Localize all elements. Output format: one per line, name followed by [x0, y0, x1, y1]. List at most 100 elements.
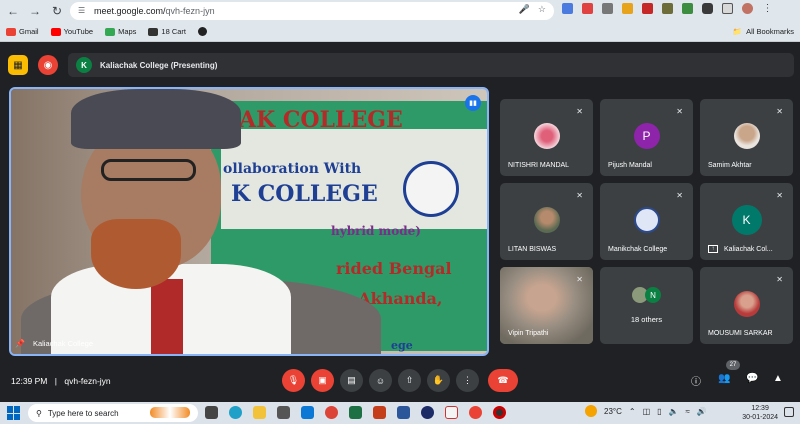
activities-shapes-icon[interactable]: ▲ [773, 373, 783, 384]
puzzle-icon[interactable] [702, 3, 713, 14]
forward-arrow-icon[interactable]: → [26, 2, 44, 20]
participant-tile[interactable]: ✕ Manikchak College [600, 183, 693, 260]
address-bar[interactable]: ☰ meet.google.com/qvh-fezn-jyn 🎤 ☆ [70, 2, 554, 20]
bookmark-label: Maps [118, 27, 137, 36]
presenter-avatar: K [76, 57, 92, 73]
extension-icons: ⋮ [562, 3, 773, 14]
participant-name: Samim Akhtar [708, 162, 752, 169]
participant-tile[interactable]: ✕ MOUSUMI SARKAR [700, 267, 793, 344]
participant-tile[interactable]: ✕ P Pijush Mandal [600, 99, 693, 176]
participant-tile[interactable]: ✕ Samim Akhtar [700, 99, 793, 176]
reload-icon[interactable]: ↻ [48, 2, 66, 20]
main-video-label: 📌 Kaliachak College [15, 339, 93, 348]
microphone-icon[interactable]: 🎤 [519, 4, 530, 15]
edge-icon[interactable] [229, 406, 242, 419]
network-icon[interactable]: ◫ [643, 407, 651, 416]
extension-icon[interactable] [682, 3, 693, 14]
windows-start-icon[interactable] [7, 406, 21, 420]
participant-name: Pijush Mandal [608, 162, 652, 169]
more-menu-icon[interactable]: ⋮ [762, 3, 773, 14]
end-call-button[interactable]: ☎ [488, 369, 518, 392]
bookmark-gmail[interactable]: Gmail [6, 27, 39, 36]
bookmark-star-icon[interactable]: ☆ [538, 4, 546, 15]
chat-icon[interactable]: 💬 [746, 373, 758, 384]
people-icon[interactable]: 👥 [718, 373, 730, 384]
word-icon[interactable] [397, 406, 410, 419]
wifi-icon[interactable]: ≈ [686, 407, 690, 416]
extension-icon[interactable] [602, 3, 613, 14]
taskbar-search[interactable]: ⚲ Type here to search [28, 404, 198, 422]
folder-icon: 📁 [732, 27, 743, 36]
extension-icon[interactable] [582, 3, 593, 14]
speaker-volume-icon[interactable]: 🔊 [697, 407, 707, 416]
mic-off-icon: ✕ [576, 191, 583, 200]
captions-button[interactable]: ▤ [340, 369, 363, 392]
participant-avatar [533, 123, 560, 149]
extension-icon[interactable] [642, 3, 653, 14]
file-explorer-icon[interactable] [253, 406, 266, 419]
participant-avatar: P [633, 123, 660, 149]
speaker-icon[interactable]: 🔈 [669, 407, 679, 416]
search-placeholder: Type here to search [47, 408, 119, 418]
more-options-button[interactable]: ⋮ [456, 369, 479, 392]
participant-tile[interactable]: ✕ LITAN BISWAS [500, 183, 593, 260]
mic-off-icon: ✕ [576, 275, 583, 284]
extension-icon[interactable] [622, 3, 633, 14]
meeting-code: qvh-fezn-jyn [64, 376, 111, 386]
media-player-icon[interactable] [421, 406, 434, 419]
presenting-label: Kaliachak College (Presenting) [100, 60, 218, 70]
info-icon[interactable]: ⓘ [691, 373, 701, 388]
others-tile[interactable]: N 18 others [600, 267, 693, 344]
powerpoint-icon[interactable] [373, 406, 386, 419]
side-panel-icon[interactable] [722, 3, 733, 14]
meet-area: ▦ ◉ K Kaliachak College (Presenting) AK … [0, 43, 800, 400]
banner-text: AK COLLEGE [239, 107, 403, 133]
banner-text: K COLLEGE [231, 181, 378, 207]
task-view-icon[interactable] [205, 406, 218, 419]
bookmark-maps[interactable]: Maps [105, 27, 136, 36]
extension-icon[interactable] [662, 3, 673, 14]
store-icon[interactable] [277, 406, 290, 419]
taskbar-clock[interactable]: 12:39 30-01-2024 [742, 404, 778, 422]
chevron-up-icon[interactable]: ⌃ [629, 407, 636, 416]
participant-tile[interactable]: ✕ Vipin Tripathi [500, 267, 593, 344]
extension-icon[interactable] [562, 3, 573, 14]
browser-toolbar: ← → ↻ ☰ meet.google.com/qvh-fezn-jyn 🎤 ☆… [0, 0, 800, 22]
participant-tile[interactable]: ✕ NITISHRI MANDAL [500, 99, 593, 176]
presenting-bar[interactable]: K Kaliachak College (Presenting) [68, 53, 794, 77]
college-emblem [403, 161, 459, 217]
pin-icon[interactable]: 📌 [15, 339, 25, 348]
main-video-tile[interactable]: AK COLLEGE ollaboration With K COLLEGE h… [9, 87, 489, 356]
raise-hand-button[interactable]: ✋ [427, 369, 450, 392]
record-icon[interactable] [493, 406, 506, 419]
chrome-icon[interactable] [325, 406, 338, 419]
site-info-icon[interactable]: ☰ [78, 6, 88, 16]
pdf-reader-icon[interactable] [469, 406, 482, 419]
separator: | [54, 376, 57, 386]
control-bar: 12:39 PM | qvh-fezn-jyn 🎙 ▣ ▤ ☺ ⇧ ✋ ⋮ ☎ … [0, 364, 800, 398]
participant-avatar: K [731, 205, 762, 235]
participant-tile[interactable]: ✕ K ↑ Kaliachak Col... [700, 183, 793, 260]
others-avatars: N [632, 287, 661, 303]
mic-off-button[interactable]: 🎙 [282, 369, 305, 392]
camera-off-button[interactable]: ▣ [311, 369, 334, 392]
excel-icon[interactable] [349, 406, 362, 419]
activities-icon[interactable]: ▦ [8, 55, 28, 75]
windows-taskbar: ⚲ Type here to search 23°C ⌃ ◫ ▯ 🔈 ≈ 🔊 1… [0, 402, 800, 424]
mail-icon[interactable] [301, 406, 314, 419]
bookmark-youtube[interactable]: YouTube [50, 27, 93, 36]
all-bookmarks[interactable]: 📁 All Bookmarks [733, 27, 794, 36]
back-arrow-icon[interactable]: ← [4, 2, 22, 20]
banner-text: hybrid mode) [331, 224, 421, 238]
present-button[interactable]: ⇧ [398, 369, 421, 392]
battery-icon[interactable]: ▯ [657, 407, 661, 416]
profile-avatar[interactable] [742, 3, 753, 14]
recording-icon[interactable]: ◉ [38, 55, 58, 75]
bookmark-18cart[interactable]: 18 Cart [148, 27, 186, 36]
weather-icon[interactable] [585, 405, 597, 417]
bookmark-globe[interactable] [198, 27, 210, 36]
pdf-icon[interactable] [445, 406, 458, 419]
notification-icon[interactable] [784, 407, 794, 417]
emoji-button[interactable]: ☺ [369, 369, 392, 392]
bookmark-label: 18 Cart [161, 27, 187, 36]
